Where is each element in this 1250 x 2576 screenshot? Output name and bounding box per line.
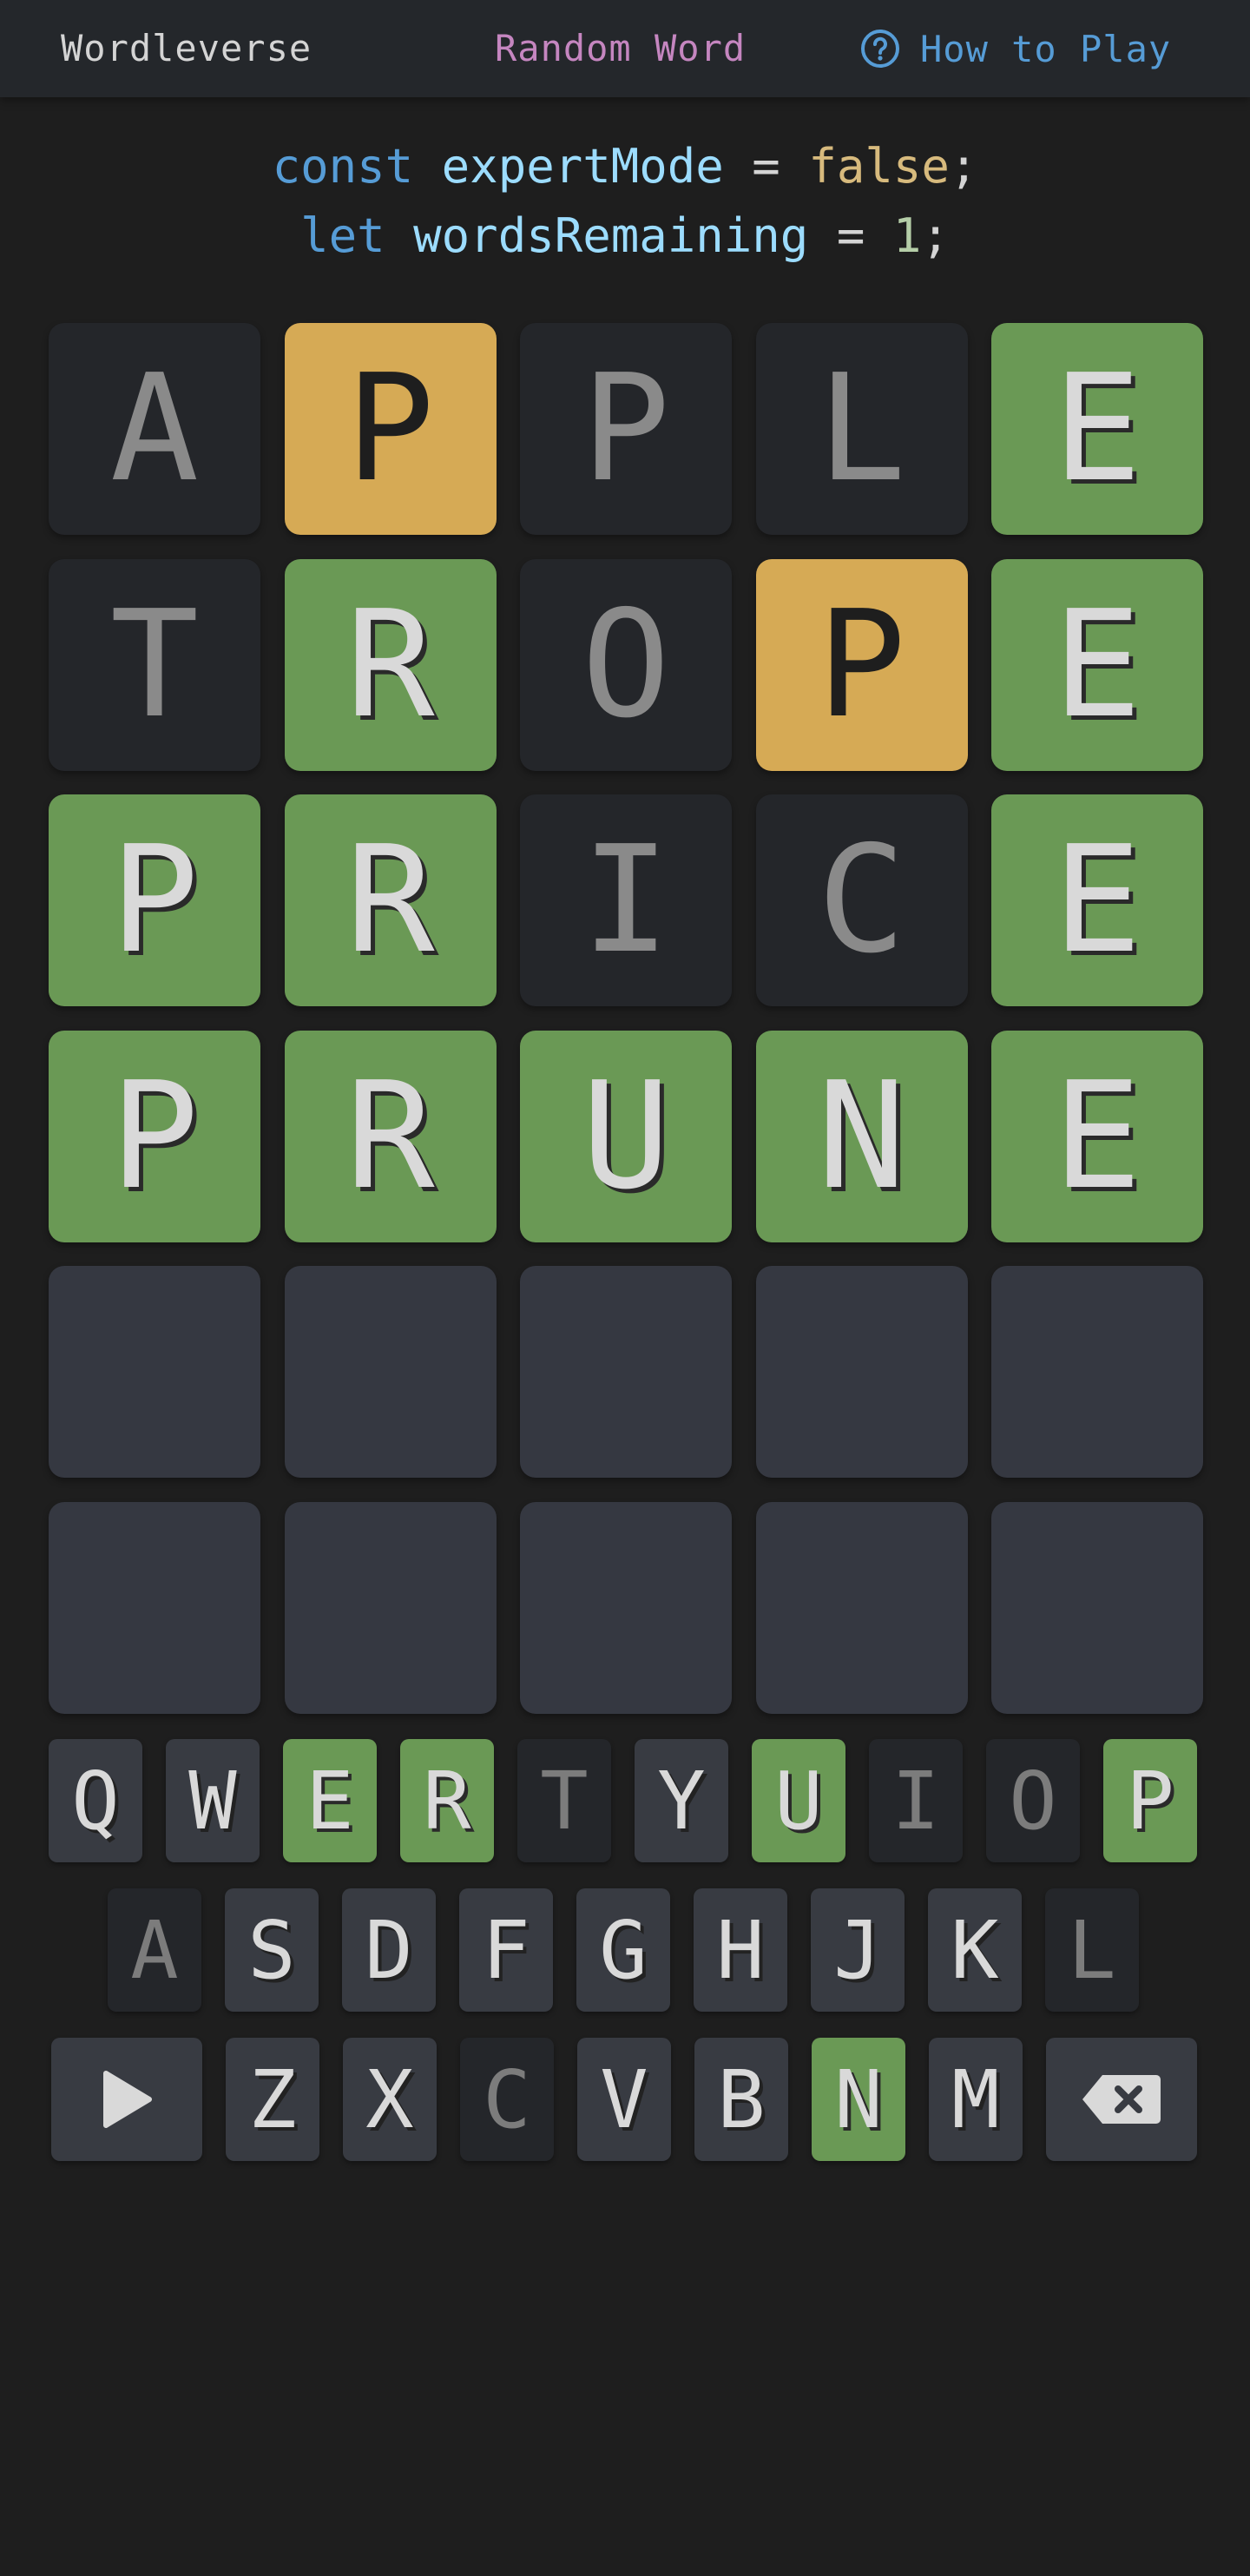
keyboard-row-3: ZXCVBNM (51, 2038, 1197, 2161)
how-to-play-label: How to Play (920, 27, 1172, 70)
key-h[interactable]: H (694, 1888, 787, 2012)
board-tile (49, 1501, 260, 1714)
board-tile: A (49, 323, 260, 535)
backspace-icon (1082, 2075, 1161, 2124)
key-i[interactable]: I (869, 1739, 963, 1862)
key-t[interactable]: T (517, 1739, 611, 1862)
board-tile: O (520, 558, 732, 771)
board-tile (520, 1501, 732, 1714)
board-tile (755, 1501, 968, 1714)
board-tile (284, 1266, 497, 1478)
question-circle-icon (861, 30, 899, 68)
board-tile: I (520, 794, 732, 1006)
key-c[interactable]: C (460, 2038, 554, 2161)
code-operator: = (836, 208, 865, 263)
key-z[interactable]: Z (226, 2038, 319, 2161)
board-tile: T (49, 558, 260, 771)
board-tile: P (284, 323, 497, 535)
board-tile: R (284, 1030, 497, 1242)
key-n[interactable]: N (812, 2038, 905, 2161)
key-k[interactable]: K (928, 1888, 1022, 2012)
board-tile: P (49, 1030, 260, 1242)
key-u[interactable]: U (752, 1739, 845, 1862)
board-tile: P (49, 794, 260, 1006)
key-v[interactable]: V (577, 2038, 671, 2161)
words-remaining-value: 1 (892, 208, 922, 263)
how-to-play-link[interactable]: How to Play (859, 0, 1171, 97)
play-icon (103, 2071, 152, 2128)
code-keyword: let (300, 208, 385, 263)
code-line-expert-mode: const expertMode = false; (0, 139, 1250, 194)
random-word-link[interactable]: Random Word (495, 0, 746, 97)
keyboard-row-1: QWERTYUIOP (49, 1739, 1197, 1862)
code-semicolon: ; (921, 208, 950, 263)
board-tile: R (284, 558, 497, 771)
board-tile: N (755, 1030, 968, 1242)
key-y[interactable]: Y (635, 1739, 728, 1862)
expert-mode-value[interactable]: false (808, 139, 950, 194)
key-s[interactable]: S (225, 1888, 319, 2012)
key-x[interactable]: X (343, 2038, 437, 2161)
brand-title[interactable]: Wordleverse (61, 0, 312, 97)
key-g[interactable]: G (576, 1888, 670, 2012)
backspace-button[interactable] (1046, 2038, 1197, 2161)
board-tile (520, 1266, 732, 1478)
keyboard-row-2: ASDFGHJKL (108, 1888, 1139, 2012)
board-tile: E (991, 1030, 1203, 1242)
key-f[interactable]: F (459, 1888, 553, 2012)
board-tile (49, 1266, 260, 1478)
enter-button[interactable] (51, 2038, 202, 2161)
key-r[interactable]: R (400, 1739, 494, 1862)
key-p[interactable]: P (1103, 1739, 1197, 1862)
board-tile (755, 1266, 968, 1478)
key-o[interactable]: O (986, 1739, 1080, 1862)
board-tile: R (284, 794, 497, 1006)
board-tile: E (991, 558, 1203, 771)
key-l[interactable]: L (1045, 1888, 1139, 2012)
board-tile: L (755, 323, 968, 535)
key-m[interactable]: M (929, 2038, 1023, 2161)
key-a[interactable]: A (108, 1888, 201, 2012)
code-line-words-remaining: let wordsRemaining = 1; (0, 208, 1250, 263)
board-tile (991, 1266, 1203, 1478)
key-d[interactable]: D (342, 1888, 436, 2012)
top-nav: Wordleverse Random Word How to Play (0, 0, 1250, 97)
key-w[interactable]: W (166, 1739, 260, 1862)
key-j[interactable]: J (811, 1888, 905, 2012)
board-tile: E (991, 794, 1203, 1006)
board-tile: P (755, 558, 968, 771)
code-variable: expertMode (441, 139, 724, 194)
code-keyword: const (272, 139, 414, 194)
board-tile: U (520, 1030, 732, 1242)
key-e[interactable]: E (283, 1739, 377, 1862)
code-operator: = (752, 139, 780, 194)
board-tile: C (755, 794, 968, 1006)
board-tile: E (991, 323, 1203, 535)
key-q[interactable]: Q (49, 1739, 142, 1862)
game-board: APPLETROPEPRICEPRUNE (49, 323, 1203, 1714)
key-b[interactable]: B (694, 2038, 788, 2161)
code-semicolon: ; (949, 139, 978, 194)
board-tile (991, 1501, 1203, 1714)
board-tile: P (520, 323, 732, 535)
code-variable: wordsRemaining (413, 208, 809, 263)
board-tile (284, 1501, 497, 1714)
